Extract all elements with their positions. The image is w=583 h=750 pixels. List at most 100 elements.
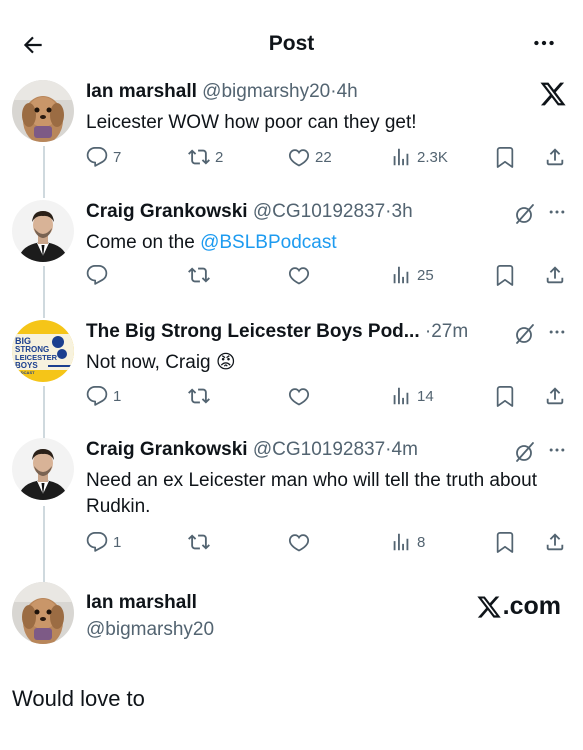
reply-count: 1 [113,533,122,551]
like-button[interactable] [288,530,315,554]
grok-button[interactable] [513,440,537,464]
share-button[interactable] [544,263,566,287]
views-icon [393,148,409,166]
tweet-actions: 1 14 [86,384,569,408]
avatar[interactable] [12,582,74,644]
share-button[interactable] [544,145,566,169]
x-logo-button[interactable] [539,80,569,110]
views-button[interactable]: 2.3K [390,145,448,169]
reply-count: 7 [113,148,122,166]
share-icon [546,266,564,284]
reply-icon [86,531,108,552]
more-horizontal-icon [549,448,565,452]
share-button[interactable] [544,530,566,554]
retweet-button[interactable]: 2 [188,145,223,169]
handle[interactable]: @bigmarshy20 [202,81,330,102]
retweet-button[interactable] [188,530,215,554]
display-name[interactable]: Ian marshall [86,592,197,614]
tweet-header: Ian marshall @bigmarshy20·4h [86,80,513,104]
view-count: 8 [417,533,426,551]
reply-button[interactable] [86,263,113,287]
tweet-text: Need an ex Leicester man who will tell t… [86,470,537,517]
dog-avatar-image [12,582,74,644]
bookmark-button[interactable] [494,530,516,554]
avatar[interactable] [12,80,74,142]
views-button[interactable]: 14 [390,384,434,408]
reply-icon [86,264,108,285]
more-button[interactable] [529,28,559,58]
bookmark-button[interactable] [494,145,516,169]
x-com-label: .com [502,592,561,620]
heart-icon [288,534,310,552]
man-portrait-avatar-image [12,200,74,262]
tweet-actions: 25 [86,263,569,287]
avatar[interactable] [12,438,74,500]
grok-icon [516,204,534,224]
display-name[interactable]: Craig Grankowski [86,439,248,460]
share-icon [546,387,564,405]
heart-icon [288,267,310,285]
reply-button[interactable]: 1 [86,530,121,554]
reply-icon [86,146,108,167]
handle[interactable]: @CG10192837 [253,201,385,222]
views-icon [393,387,409,405]
avatar[interactable] [12,200,74,262]
grok-icon [516,324,534,344]
thread-connector [43,266,45,318]
x-com-watermark: .com [476,592,561,621]
view-count: 14 [417,387,434,405]
retweet-button[interactable] [188,263,215,287]
reply-button[interactable]: 7 [86,145,121,169]
like-button[interactable] [288,384,315,408]
grok-button[interactable] [513,322,537,346]
tweet-actions: 1 8 [86,530,569,554]
display-name[interactable]: Ian marshall [86,81,197,102]
podcast-logo-avatar-image: BIG STRONG LEICESTER BOYS PODCAST [12,320,74,382]
tweet-text: Would love to [12,686,145,711]
podcast-logo-line-5: PODCAST [15,370,35,375]
heart-icon [288,388,310,406]
tweet-actions: 7 2 22 2.3K [86,145,569,169]
timestamp[interactable]: 27m [431,321,468,342]
views-button[interactable]: 8 [390,530,425,554]
views-button[interactable]: 25 [390,263,434,287]
mention-link[interactable]: @BSLBPodcast [200,232,337,253]
timestamp[interactable]: 4h [337,81,358,102]
bookmark-icon [496,531,514,553]
x-logo-icon [540,82,566,106]
more-horizontal-icon [549,210,565,214]
tweet-header: Craig Grankowski @CG10192837·4m [86,438,513,462]
tweet-text-prefix: Come on the [86,232,201,253]
tweet-text: Leicester WOW how poor can they get! [86,112,417,133]
timestamp[interactable]: 4m [392,439,418,460]
heart-icon [288,149,310,167]
bookmark-button[interactable] [494,384,516,408]
view-count: 25 [417,266,434,284]
tweet-more-button[interactable] [545,202,569,222]
tweet-more-button[interactable] [545,440,569,460]
x-logo-icon [476,595,501,618]
like-button[interactable]: 22 [288,145,332,169]
views-icon [393,533,409,551]
angry-face-emoji: 😡 [215,352,236,373]
tweet-header: Craig Grankowski @CG10192837·3h [86,200,513,224]
like-count: 22 [315,148,332,166]
handle[interactable]: @bigmarshy20 [86,619,214,641]
share-icon [546,533,564,551]
share-button[interactable] [544,384,566,408]
retweet-icon [188,388,210,404]
display-name[interactable]: The Big Strong Leicester Boys Pod... [86,321,420,342]
avatar[interactable]: BIG STRONG LEICESTER BOYS PODCAST [12,320,74,382]
tweet-more-button[interactable] [545,322,569,342]
timestamp[interactable]: 3h [392,201,413,222]
grok-button[interactable] [513,202,537,226]
like-button[interactable] [288,263,315,287]
bookmark-button[interactable] [494,263,516,287]
retweet-button[interactable] [188,384,215,408]
handle[interactable]: @CG10192837 [253,439,385,460]
tweet-text-body: Not now, Craig [86,352,211,373]
retweet-icon [188,149,210,165]
reply-button[interactable]: 1 [86,384,121,408]
retweet-icon [188,534,210,550]
display-name[interactable]: Craig Grankowski [86,201,248,222]
